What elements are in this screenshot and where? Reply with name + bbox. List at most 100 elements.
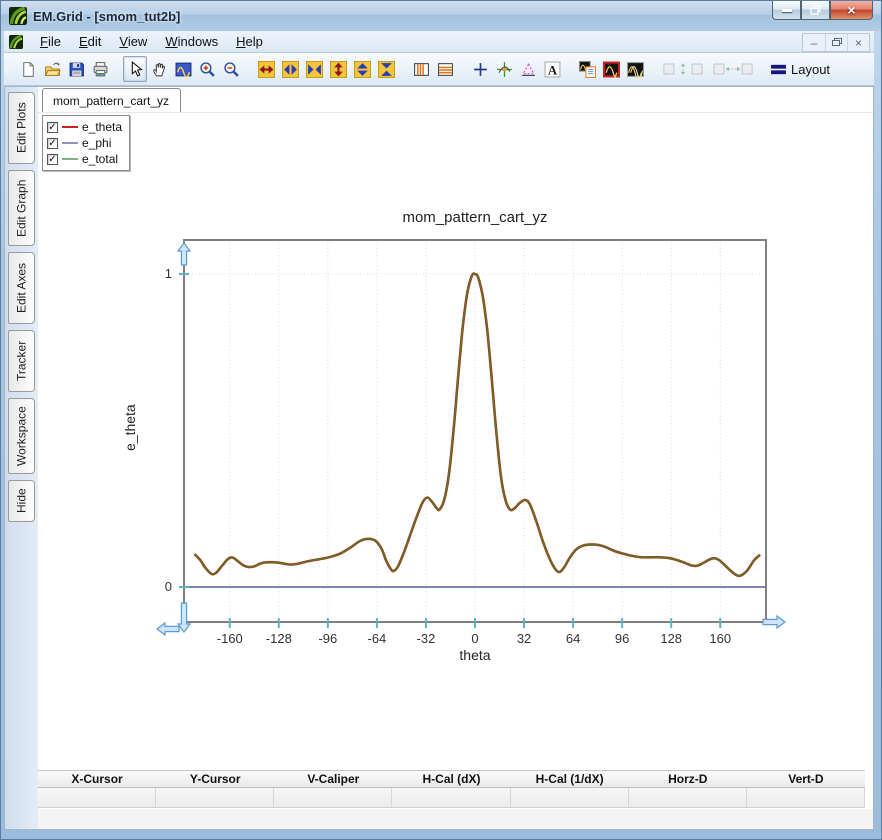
axis-handle-bottom-left-down[interactable] bbox=[176, 602, 192, 633]
axis-handle-bottom-left-out[interactable] bbox=[156, 621, 180, 637]
sidebar-tab-workspace[interactable]: Workspace bbox=[8, 398, 35, 474]
app-icon bbox=[9, 6, 27, 25]
open-file-button[interactable] bbox=[40, 56, 64, 82]
main-area: Edit Plots Edit Graph Edit Axes Tracker Work… bbox=[4, 86, 874, 830]
menu-item-file[interactable]: File bbox=[31, 32, 70, 51]
curve-e_total bbox=[194, 272, 761, 577]
fit-vertical-button[interactable] bbox=[374, 56, 398, 82]
menu-item-windows[interactable]: Windows bbox=[156, 32, 227, 51]
toolbar-group bbox=[575, 56, 647, 82]
title-bar[interactable]: EM.Grid - [smom_tut2b] × bbox=[1, 1, 881, 31]
text-annotation-button[interactable]: A bbox=[540, 56, 564, 82]
status-table: X-Cursor Y-Cursor V-Caliper H-Cal (dX) H-Cal… bbox=[38, 770, 865, 808]
curve-e_theta bbox=[193, 272, 761, 578]
toolbar-group: A bbox=[468, 56, 564, 82]
toolbar-group bbox=[123, 56, 243, 82]
caliper-button[interactable] bbox=[516, 56, 540, 82]
expand-horizontal-button[interactable] bbox=[254, 56, 278, 82]
tab-divider bbox=[38, 112, 873, 113]
sidebar-tab-edit-axes[interactable]: Edit Axes bbox=[8, 252, 35, 324]
sidebar-tab-hide[interactable]: Hide bbox=[8, 480, 35, 522]
mdi-restore-button[interactable] bbox=[825, 34, 847, 51]
vertical-strips-icon bbox=[413, 62, 429, 76]
zoom-out-button[interactable] bbox=[219, 56, 243, 82]
graph-with-legend-button[interactable] bbox=[575, 56, 599, 82]
column-header-v-caliper: V-Caliper bbox=[307, 772, 360, 786]
toolbar-group: Layout bbox=[769, 56, 849, 82]
legend-item-e_phi: ✓ e_phi bbox=[47, 135, 125, 151]
crosshair-button[interactable] bbox=[468, 56, 492, 82]
sidebar: Edit Plots Edit Graph Edit Axes Tracker Work… bbox=[5, 87, 38, 829]
spread-horizontal-button[interactable] bbox=[278, 56, 302, 82]
status-table-values bbox=[38, 788, 865, 808]
tracker-button[interactable] bbox=[492, 56, 516, 82]
maximize-button[interactable] bbox=[801, 1, 830, 20]
save-file-button[interactable] bbox=[64, 56, 88, 82]
select-cursor-button[interactable] bbox=[123, 56, 147, 82]
fit-vertical-icon bbox=[377, 60, 395, 78]
spread-vertical-button[interactable] bbox=[350, 56, 374, 82]
save-file-icon bbox=[69, 62, 84, 76]
status-table-header: X-Cursor Y-Cursor V-Caliper H-Cal (dX) H-Cal… bbox=[38, 770, 865, 788]
y-tick-label: 1 bbox=[165, 266, 172, 281]
legend-checkbox-e_phi[interactable]: ✓ bbox=[47, 137, 58, 149]
menu-item-help[interactable]: Help bbox=[227, 32, 272, 51]
toolbar: A Layout bbox=[4, 53, 874, 86]
legend-box[interactable]: ✓ e_theta ✓ e_phi ✓ e_total bbox=[42, 115, 130, 171]
minimize-button[interactable] bbox=[772, 1, 801, 20]
new-file-icon bbox=[22, 61, 34, 77]
mdi-close-button[interactable]: × bbox=[847, 34, 869, 51]
document-icon bbox=[9, 34, 23, 49]
horizontal-strips-button[interactable] bbox=[433, 56, 457, 82]
y-axis-label: e_theta bbox=[122, 404, 138, 452]
close-button[interactable]: × bbox=[830, 1, 873, 20]
plot-area[interactable]: -160 -128 -96 -64 -32 0 32 64 96 128 160 0 1 bbox=[156, 239, 786, 646]
text-annotation-icon: A bbox=[544, 61, 560, 77]
layout-bars-icon bbox=[771, 64, 786, 74]
sidebar-tab-edit-graph[interactable]: Edit Graph bbox=[8, 170, 35, 246]
toolbar-group bbox=[16, 56, 112, 82]
layout-label: Layout bbox=[791, 61, 831, 77]
mdi-buttons: – × bbox=[802, 33, 870, 52]
layout-bars-button[interactable]: Layout bbox=[769, 56, 849, 82]
toolbar-group bbox=[658, 56, 758, 82]
spread-vertical-icon bbox=[353, 60, 371, 78]
bottom-filler bbox=[38, 809, 873, 829]
graph-active-button[interactable] bbox=[599, 56, 623, 82]
legend-checkbox-e_total[interactable]: ✓ bbox=[47, 153, 58, 165]
sidebar-tab-tracker[interactable]: Tracker bbox=[8, 330, 35, 392]
select-cursor-icon bbox=[131, 60, 143, 77]
menu-bar: File Edit View Windows Help – × bbox=[4, 31, 874, 53]
expand-vertical-icon bbox=[329, 60, 347, 78]
menu-item-edit[interactable]: Edit bbox=[70, 32, 110, 51]
new-file-button[interactable] bbox=[16, 56, 40, 82]
vertical-strips-button[interactable] bbox=[409, 56, 433, 82]
menu-item-view[interactable]: View bbox=[110, 32, 156, 51]
graph-active-icon bbox=[602, 61, 620, 78]
expand-vertical-button[interactable] bbox=[326, 56, 350, 82]
value-cell-6 bbox=[746, 788, 865, 807]
chart-canvas[interactable]: -160 -128 -96 -64 -32 0 32 64 96 128 160 0 1 bbox=[156, 239, 786, 646]
x-tick-label: -96 bbox=[318, 631, 337, 646]
legend-checkbox-e_theta[interactable]: ✓ bbox=[47, 121, 58, 133]
document-tab[interactable]: mom_pattern_cart_yz bbox=[42, 88, 181, 112]
print-button[interactable] bbox=[88, 56, 112, 82]
fit-horizontal-button[interactable] bbox=[302, 56, 326, 82]
link-horizontal-icon bbox=[713, 63, 753, 75]
zoom-region-button[interactable] bbox=[171, 56, 195, 82]
x-tick-label: -128 bbox=[266, 631, 292, 646]
legend-swatch-e_theta bbox=[62, 126, 78, 128]
x-tick-label: -64 bbox=[368, 631, 387, 646]
pan-hand-button[interactable] bbox=[147, 56, 171, 82]
link-vertical-icon bbox=[663, 63, 703, 75]
sidebar-tab-edit-plots[interactable]: Edit Plots bbox=[8, 92, 35, 164]
column-header-h-cal-dx-: H-Cal (dX) bbox=[422, 772, 481, 786]
value-cell-5 bbox=[628, 788, 747, 807]
horizontal-strips-icon bbox=[437, 62, 453, 76]
legend-label-e_theta: e_theta bbox=[82, 120, 123, 134]
graph-multi-button[interactable] bbox=[623, 56, 647, 82]
mdi-minimize-button[interactable]: – bbox=[803, 34, 825, 51]
zoom-in-button[interactable] bbox=[195, 56, 219, 82]
axis-handle-top-left[interactable] bbox=[176, 242, 192, 266]
crosshair-icon bbox=[473, 62, 487, 76]
